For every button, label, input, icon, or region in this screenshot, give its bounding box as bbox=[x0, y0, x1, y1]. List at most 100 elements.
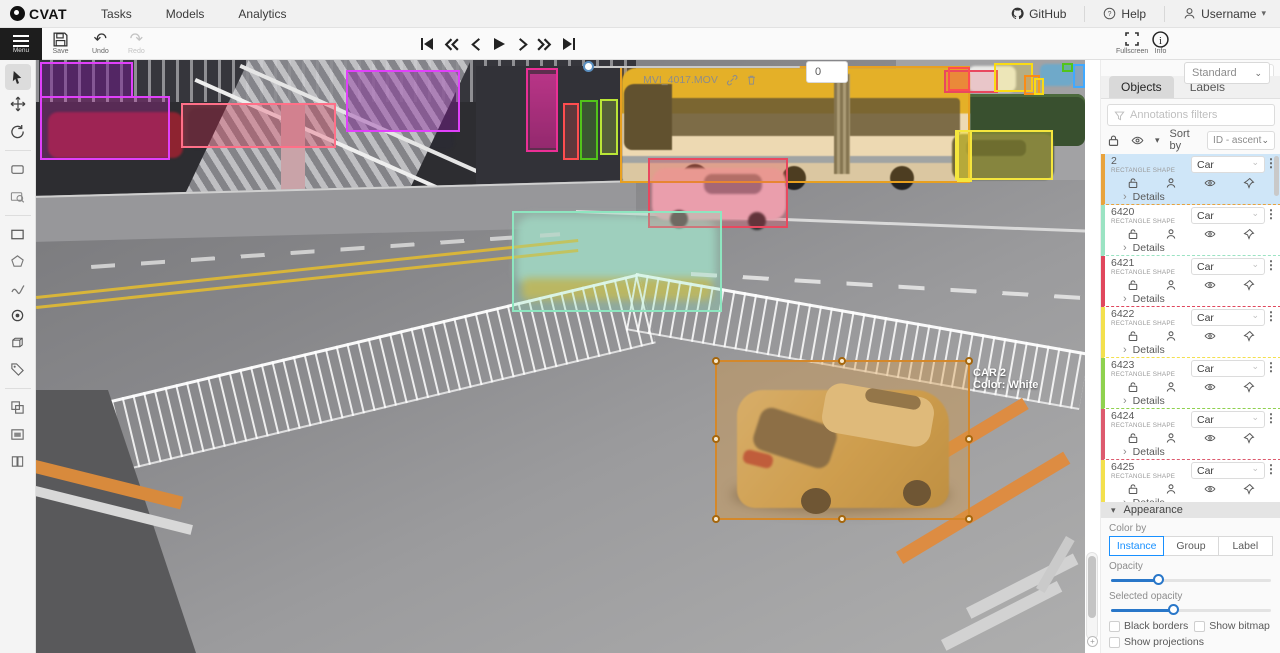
object-label-select[interactable]: Car⌄ bbox=[1191, 411, 1265, 428]
save-button[interactable]: Save bbox=[52, 30, 69, 55]
fit-image-tool[interactable] bbox=[5, 156, 31, 182]
info-button[interactable]: i Info bbox=[1152, 30, 1169, 55]
nav-tasks[interactable]: Tasks bbox=[101, 7, 132, 21]
merge-shapes-tool[interactable] bbox=[5, 394, 31, 420]
lock-icon[interactable] bbox=[1127, 483, 1139, 495]
resize-handle[interactable] bbox=[712, 515, 720, 523]
forward-button[interactable] bbox=[533, 33, 555, 55]
draw-points-tool[interactable] bbox=[5, 302, 31, 328]
frame-slider-handle[interactable] bbox=[583, 61, 594, 72]
color-by-instance[interactable]: Instance bbox=[1109, 536, 1164, 556]
box-car-blue[interactable] bbox=[1073, 64, 1085, 88]
object-details-toggle[interactable]: ›Details bbox=[1111, 344, 1277, 356]
box-taxi-teal[interactable] bbox=[512, 211, 722, 312]
annotation-canvas[interactable]: CAR 2Color: White bbox=[36, 60, 1085, 653]
lock-icon[interactable] bbox=[1127, 279, 1139, 291]
object-label-select[interactable]: Car⌄ bbox=[1191, 462, 1265, 479]
resize-handle[interactable] bbox=[838, 357, 846, 365]
pin-icon[interactable] bbox=[1243, 228, 1255, 240]
previous-frame-button[interactable] bbox=[465, 33, 487, 55]
hide-icon[interactable] bbox=[1203, 177, 1217, 189]
lock-icon[interactable] bbox=[1127, 330, 1139, 342]
object-item-6420[interactable]: 6420 RECTANGLE SHAPE Car⌄ ⋮ ›Details bbox=[1101, 205, 1280, 256]
expand-all-icon[interactable]: ▾ bbox=[1155, 135, 1160, 146]
object-actions-menu-button[interactable]: ⋮ bbox=[1265, 258, 1277, 273]
pin-icon[interactable] bbox=[1243, 177, 1255, 189]
canvas-scroll-button[interactable]: + bbox=[1087, 636, 1098, 647]
occluded-icon[interactable] bbox=[1165, 228, 1177, 240]
object-actions-menu-button[interactable]: ⋮ bbox=[1265, 309, 1277, 324]
canvas-scrollbar[interactable] bbox=[1086, 552, 1098, 640]
occluded-icon[interactable] bbox=[1165, 330, 1177, 342]
box-car-pink[interactable] bbox=[181, 103, 336, 148]
object-actions-menu-button[interactable]: ⋮ bbox=[1265, 360, 1277, 375]
zoom-region-tool[interactable] bbox=[5, 183, 31, 209]
box-pedestrian-green[interactable] bbox=[580, 100, 598, 160]
annotations-filter-input[interactable] bbox=[1130, 109, 1260, 121]
pin-icon[interactable] bbox=[1243, 330, 1255, 342]
pin-icon[interactable] bbox=[1243, 483, 1255, 495]
occluded-icon[interactable] bbox=[1165, 279, 1177, 291]
object-details-toggle[interactable]: ›Details bbox=[1111, 191, 1277, 203]
box-pedestrian-lime[interactable] bbox=[600, 99, 618, 155]
color-by-label-option[interactable]: Label bbox=[1219, 536, 1273, 556]
hide-all-icon[interactable] bbox=[1130, 134, 1145, 147]
setup-tag-tool[interactable] bbox=[5, 356, 31, 382]
object-label-select[interactable]: Car⌄ bbox=[1191, 207, 1265, 224]
nav-analytics[interactable]: Analytics bbox=[238, 7, 286, 21]
object-label-select[interactable]: Car⌄ bbox=[1191, 360, 1265, 377]
github-link[interactable]: GitHub bbox=[1011, 7, 1066, 21]
canvas-scrollbar-thumb[interactable] bbox=[1088, 556, 1096, 618]
last-frame-button[interactable] bbox=[558, 33, 580, 55]
selected-opacity-slider[interactable] bbox=[1111, 604, 1271, 616]
undo-button[interactable]: ↶ Undo bbox=[92, 30, 109, 55]
occluded-icon[interactable] bbox=[1165, 483, 1177, 495]
color-by-group-option[interactable]: Group bbox=[1164, 536, 1218, 556]
next-frame-button[interactable] bbox=[511, 33, 533, 55]
help-link[interactable]: ? Help bbox=[1103, 7, 1146, 21]
hide-icon[interactable] bbox=[1203, 483, 1217, 495]
occluded-icon[interactable] bbox=[1165, 432, 1177, 444]
box-car-redorange[interactable] bbox=[948, 67, 970, 91]
object-item-6425[interactable]: 6425 RECTANGLE SHAPE Car⌄ ⋮ ›Details bbox=[1101, 460, 1280, 502]
draw-polygon-tool[interactable] bbox=[5, 248, 31, 274]
object-details-toggle[interactable]: ›Details bbox=[1111, 242, 1277, 254]
group-shapes-tool[interactable] bbox=[5, 421, 31, 447]
lock-icon[interactable] bbox=[1127, 177, 1139, 189]
object-details-toggle[interactable]: ›Details bbox=[1111, 293, 1277, 305]
lock-icon[interactable] bbox=[1127, 432, 1139, 444]
nav-models[interactable]: Models bbox=[166, 7, 205, 21]
box-sign-yellow[interactable] bbox=[1034, 78, 1044, 95]
pin-icon[interactable] bbox=[1243, 432, 1255, 444]
hide-icon[interactable] bbox=[1203, 279, 1217, 291]
move-image-tool[interactable] bbox=[5, 91, 31, 117]
user-menu[interactable]: Username ▾ bbox=[1183, 7, 1266, 21]
box-car-purple[interactable] bbox=[40, 62, 133, 98]
opacity-slider[interactable] bbox=[1111, 574, 1271, 586]
resize-handle[interactable] bbox=[965, 515, 973, 523]
hide-icon[interactable] bbox=[1203, 381, 1217, 393]
resize-handle[interactable] bbox=[965, 435, 973, 443]
object-details-toggle[interactable]: ›Details bbox=[1111, 395, 1277, 407]
hide-icon[interactable] bbox=[1203, 432, 1217, 444]
object-item-6422[interactable]: 6422 RECTANGLE SHAPE Car⌄ ⋮ ›Details bbox=[1101, 307, 1280, 358]
box-car-selected[interactable]: CAR 2Color: White bbox=[715, 360, 970, 520]
frame-slider[interactable] bbox=[588, 66, 800, 68]
play-button[interactable] bbox=[488, 33, 510, 55]
object-item-6424[interactable]: 6424 RECTANGLE SHAPE Car⌄ ⋮ ›Details bbox=[1101, 409, 1280, 460]
object-item-6423[interactable]: 6423 RECTANGLE SHAPE Car⌄ ⋮ ›Details bbox=[1101, 358, 1280, 409]
occluded-icon[interactable] bbox=[1165, 177, 1177, 189]
frame-number-input[interactable] bbox=[806, 61, 848, 83]
resize-handle[interactable] bbox=[838, 515, 846, 523]
resize-handle[interactable] bbox=[712, 357, 720, 365]
object-label-select[interactable]: Car⌄ bbox=[1191, 156, 1265, 173]
object-item-6421[interactable]: 6421 RECTANGLE SHAPE Car⌄ ⋮ ›Details bbox=[1101, 256, 1280, 307]
black-borders-checkbox[interactable]: Black borders bbox=[1109, 620, 1188, 632]
redo-button[interactable]: ↷ Redo bbox=[128, 30, 145, 55]
box-stairs-purple[interactable] bbox=[346, 70, 460, 132]
menu-button[interactable]: Menu bbox=[0, 28, 42, 60]
cvat-logo[interactable]: CVAT bbox=[10, 6, 67, 22]
occluded-icon[interactable] bbox=[1165, 381, 1177, 393]
lock-icon[interactable] bbox=[1127, 381, 1139, 393]
object-actions-menu-button[interactable]: ⋮ bbox=[1265, 462, 1277, 477]
